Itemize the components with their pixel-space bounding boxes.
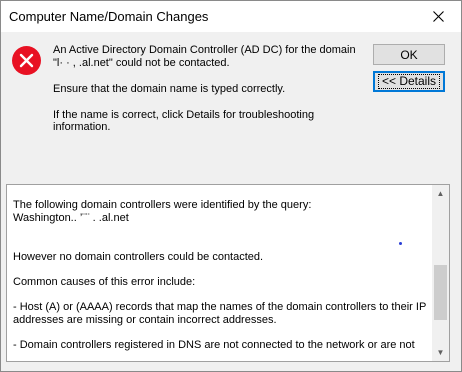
- title-bar: Computer Name/Domain Changes: [1, 1, 461, 32]
- details-text: The following domain controllers were id…: [13, 199, 428, 352]
- scrollbar-thumb[interactable]: [434, 265, 447, 320]
- close-icon: [432, 11, 444, 22]
- details-line: addresses are missing or contain incorre…: [13, 314, 277, 326]
- details-line: Common causes of this error include:: [13, 276, 196, 288]
- error-message-line: "l· · , .al.net" could not be contacted.: [53, 57, 230, 69]
- details-button-label: << Details: [377, 74, 441, 89]
- details-scrollbar[interactable]: ▲ ▼: [432, 185, 449, 361]
- details-line: Washington.. ’¨¨ . .al.net: [13, 212, 129, 224]
- details-line: However no domain controllers could be c…: [13, 251, 264, 263]
- error-message: An Active Directory Domain Controller (A…: [53, 44, 373, 70]
- ok-button[interactable]: OK: [373, 44, 445, 65]
- details-line: - Host (A) or (AAAA) records that map th…: [13, 301, 427, 313]
- mouse-cursor-dot: [399, 242, 402, 245]
- details-hint-message: If the name is correct, click Details fo…: [53, 109, 315, 133]
- details-textbox[interactable]: The following domain controllers were id…: [6, 184, 450, 362]
- hint-message: Ensure that the domain name is typed cor…: [53, 83, 286, 95]
- details-line: - Domain controllers registered in DNS a…: [13, 339, 415, 351]
- close-button[interactable]: [415, 1, 461, 32]
- scroll-up-arrow-icon[interactable]: ▲: [432, 185, 449, 202]
- scroll-down-arrow-icon[interactable]: ▼: [432, 344, 449, 361]
- details-button[interactable]: << Details: [373, 71, 445, 92]
- error-message-line: An Active Directory Domain Controller (A…: [53, 44, 356, 56]
- window-title: Computer Name/Domain Changes: [9, 9, 209, 24]
- error-icon: [12, 46, 41, 75]
- dialog-window: Computer Name/Domain Changes An Active D…: [0, 0, 462, 372]
- details-line: The following domain controllers were id…: [13, 199, 312, 211]
